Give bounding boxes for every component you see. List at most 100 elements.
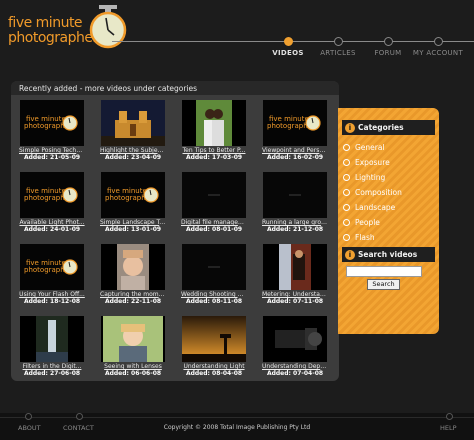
video-thumbnail[interactable] [182,172,246,218]
video-title-link[interactable]: Wedding Shooting S... [181,291,247,298]
nav-label: MY ACCOUNT [412,49,464,57]
footer-dot-icon [25,413,32,420]
category-link[interactable]: Composition [343,188,402,197]
category-link[interactable]: Exposure [343,158,390,167]
bullet-icon [343,159,350,166]
footer: ABOUT CONTACT Copyright © 2008 Total Ima… [0,413,474,440]
video-card[interactable]: Highlight the Subjec... Added: 23-04-09 [100,100,166,161]
search-header: i Search videos [342,247,435,262]
video-title-link[interactable]: Seeing with Lenses [100,363,166,370]
video-title-link[interactable]: Understanding Light [181,363,247,370]
video-title-link[interactable]: Metering: Understand... [262,291,328,298]
video-card[interactable]: five minute photographer Viewpoint and Per… [262,100,328,161]
search-input[interactable] [346,266,422,277]
video-added-date: Added: 08-01-09 [185,226,243,233]
video-card[interactable]: Capturing the moment Added: 22-11-08 [100,244,166,305]
video-added-date: Added: 27-06-08 [23,370,81,377]
video-thumbnail[interactable]: five minute photographer [20,172,84,218]
logo-line-2: photographer [8,30,98,46]
video-title-link[interactable]: Available Light Phot... [19,219,85,226]
video-title-link[interactable]: Ten Tips to Better P... [181,147,247,154]
video-card[interactable]: Seeing with Lenses Added: 06-06-08 [100,316,166,377]
category-label: Landscape [355,203,396,212]
video-thumbnail[interactable]: five minute photographer [20,100,84,146]
category-link[interactable]: General [343,143,385,152]
video-card[interactable]: Understanding Light Added: 08-04-08 [181,316,247,377]
video-thumbnail[interactable] [101,244,165,290]
video-title-link[interactable]: Understanding Depth... [262,363,328,370]
video-added-date: Added: 06-06-08 [104,370,162,377]
video-added-date: Added: 13-01-09 [104,226,162,233]
panel-title: Recently added - more videos under categ… [11,81,339,95]
video-card[interactable]: Metering: Understand... Added: 07-11-08 [262,244,328,305]
video-thumbnail[interactable] [182,244,246,290]
category-link[interactable]: People [343,218,380,227]
footer-line [0,417,474,418]
video-added-date: Added: 08-11-08 [185,298,243,305]
video-thumbnail[interactable] [20,316,84,362]
video-title-link[interactable]: Using Your Flash Off... [19,291,85,298]
video-added-date: Added: 18-12-08 [23,298,81,305]
video-thumbnail[interactable] [263,244,327,290]
info-icon: i [345,250,355,260]
video-card[interactable]: five minute photographer Available Light P… [19,172,85,233]
video-added-date: Added: 16-02-09 [266,154,324,161]
video-added-date: Added: 23-04-09 [104,154,162,161]
video-title-link[interactable]: Highlight the Subjec... [100,147,166,154]
video-card[interactable]: five minute photographer Simple Landscape … [100,172,166,233]
video-thumbnail[interactable]: five minute photographer [101,172,165,218]
video-added-date: Added: 22-11-08 [104,298,162,305]
category-label: Flash [355,233,375,242]
search-title: Search videos [358,250,418,259]
site-logo[interactable]: five minute photographer [8,16,98,46]
info-icon: i [345,123,355,133]
sidebar: i Categories General Exposure Lighting Comp… [338,108,439,334]
video-card[interactable]: Filters in the Digit... Added: 27-06-08 [19,316,85,377]
video-title-link[interactable]: Digital file managem... [181,219,247,226]
video-thumbnail[interactable] [182,316,246,362]
video-thumbnail[interactable]: five minute photographer [263,100,327,146]
video-title-link[interactable]: Viewpoint and Perspe... [262,147,328,154]
video-title-link[interactable]: Running a large grou... [262,219,328,226]
category-link[interactable]: Flash [343,233,375,242]
video-title-link[interactable]: Simple Landscape Tech... [100,219,166,226]
video-title-link[interactable]: Filters in the Digit... [19,363,85,370]
video-thumbnail[interactable]: five minute photographer [20,244,84,290]
video-title-link[interactable]: Simple Posing Techni... [19,147,85,154]
category-link[interactable]: Lighting [343,173,385,182]
nav-my-account[interactable]: MY ACCOUNT [398,37,474,57]
video-card[interactable]: Running a large grou... Added: 21-12-08 [262,172,328,233]
bullet-icon [343,174,350,181]
video-card[interactable]: Wedding Shooting S... Added: 08-11-08 [181,244,247,305]
video-added-date: Added: 08-04-08 [185,370,243,377]
video-card[interactable]: Digital file managem... Added: 08-01-09 [181,172,247,233]
nav-dot-icon [433,37,443,46]
category-label: Lighting [355,173,386,182]
video-thumbnail[interactable] [101,316,165,362]
video-card[interactable]: Ten Tips to Better P... Added: 17-03-09 [181,100,247,161]
footer-dot-icon [76,413,83,420]
video-thumbnail[interactable] [263,172,327,218]
video-thumbnail[interactable] [182,100,246,146]
bullet-icon [343,234,350,241]
video-card[interactable]: five minute photographer Using Your Flash … [19,244,85,305]
video-thumbnail[interactable] [101,100,165,146]
footer-link-help[interactable]: HELP [440,424,457,432]
category-label: Composition [355,188,402,197]
nav-dot-icon [333,37,343,46]
video-thumbnail[interactable] [263,316,327,362]
video-added-date: Added: 17-03-09 [185,154,243,161]
video-added-date: Added: 24-01-09 [23,226,81,233]
video-card[interactable]: five minute photographer Simple Posing Tec… [19,100,85,161]
recent-videos-panel: Recently added - more videos under categ… [11,81,339,381]
bullet-icon [343,219,350,226]
video-title-link[interactable]: Capturing the moment [100,291,166,298]
copyright: Copyright © 2008 Total Image Publishing … [163,424,311,431]
category-link[interactable]: Landscape [343,203,395,212]
category-label: People [355,218,380,227]
bullet-icon [343,204,350,211]
search-button[interactable]: Search [367,279,400,290]
video-added-date: Added: 21-12-08 [266,226,324,233]
categories-title: Categories [358,123,404,132]
video-card[interactable]: Understanding Depth... Added: 07-04-08 [262,316,328,377]
